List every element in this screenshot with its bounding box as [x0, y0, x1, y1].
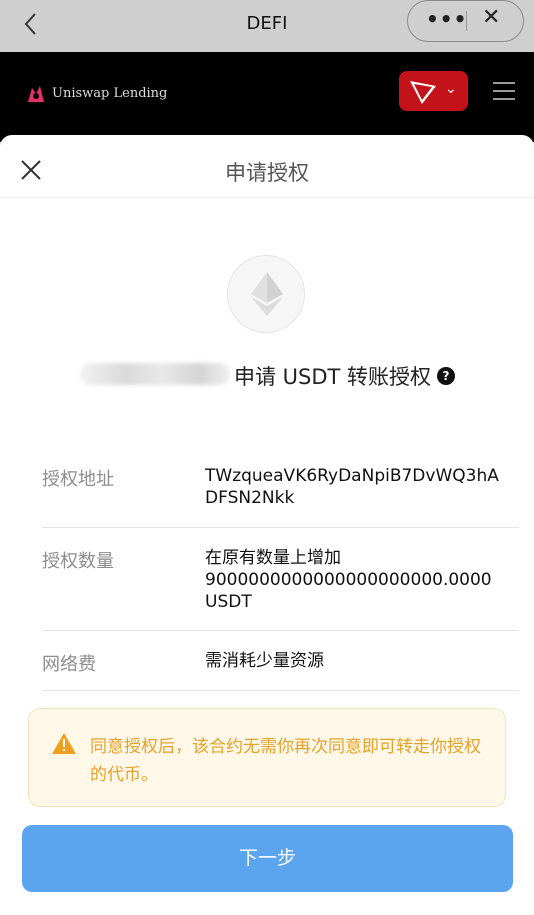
help-icon[interactable]: ? [437, 367, 455, 385]
ethereum-icon [251, 272, 283, 316]
info-row-address: 授权地址 TWzqueaVK6RyDaNpiB7DvWQ3hADFSN2Nkk [42, 465, 519, 528]
info-row-network-fee: 网络费 需消耗少量资源 [42, 650, 519, 691]
row-label: 授权地址 [42, 469, 114, 490]
row-value: 需消耗少量资源 [205, 651, 324, 671]
capsule-divider [466, 11, 467, 31]
dapp-name: Uniswap Lending [52, 86, 168, 101]
authorization-sheet: 申请授权 申请 USDT 转账授权 ? 授权地址 TWzqueaVK6RyDaN… [0, 135, 534, 915]
warning-icon [52, 733, 76, 754]
close-icon[interactable]: ✕ [482, 5, 500, 30]
sheet-title: 申请授权 [225, 161, 309, 185]
request-description: 申请 USDT 转账授权 [234, 365, 432, 389]
more-icon[interactable]: ••• [426, 7, 467, 31]
tron-icon [410, 81, 436, 104]
token-avatar [227, 255, 305, 333]
chevron-down-icon: ⌄ [445, 81, 457, 97]
menu-capsule: ••• ✕ [407, 0, 524, 42]
row-label: 授权数量 [42, 551, 114, 572]
hamburger-menu-icon[interactable] [493, 82, 515, 100]
webview-topbar: DEFI ••• ✕ [0, 0, 534, 52]
row-value: TWzqueaVK6RyDaNpiB7DvWQ3hADFSN2Nkk [205, 466, 499, 508]
blurred-dapp-name [80, 363, 230, 385]
row-label: 网络费 [42, 654, 96, 675]
network-selector-button[interactable]: ⌄ [399, 71, 468, 111]
amount-unit: USDT [205, 592, 252, 612]
unicorn-logo-icon [28, 86, 44, 102]
info-row-amount: 授权数量 在原有数量上增加 9000000000000000000000.000… [42, 547, 519, 631]
sheet-header: 申请授权 [0, 135, 534, 198]
dapp-header: Uniswap Lending ⌄ [0, 52, 534, 142]
amount-prefix: 在原有数量上增加 [205, 548, 341, 568]
next-button[interactable]: 下一步 [22, 825, 513, 892]
warning-text: 同意授权后，该合约无需你再次同意即可转走你授权的代币。 [90, 737, 481, 785]
amount-number: 9000000000000000000000.0000 [205, 570, 492, 590]
warning-box: 同意授权后，该合约无需你再次同意即可转走你授权的代币。 [28, 708, 506, 807]
row-value: 在原有数量上增加 9000000000000000000000.0000 USD… [205, 547, 505, 613]
